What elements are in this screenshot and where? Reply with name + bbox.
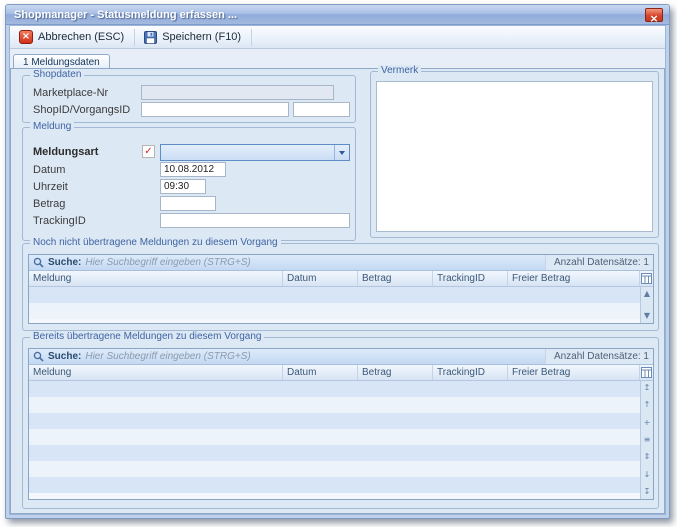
vertical-scrollbar[interactable]: ▲ ▼ — [640, 287, 653, 323]
toolbar-separator — [134, 29, 135, 46]
tab-page: Shopdaten Marketplace-Nr ShopID/Vorgangs… — [10, 68, 665, 514]
column-chooser-icon[interactable] — [639, 271, 653, 286]
column-header-datum[interactable]: Datum — [283, 271, 358, 286]
window-title: Shopmanager - Statusmeldung erfassen ... — [14, 9, 237, 21]
column-header-datum[interactable]: Datum — [283, 365, 358, 380]
marketplace-label: Marketplace-Nr — [33, 87, 108, 99]
scroll-down-icon[interactable]: ▼ — [641, 310, 653, 322]
search-label: Suche: — [48, 351, 81, 362]
table-header-row: Meldung Datum Betrag TrackingID Freier B… — [29, 365, 653, 381]
toolbar-separator — [251, 29, 252, 46]
row-last-icon[interactable]: ↧ — [641, 486, 653, 498]
search-bar: Suche: — [29, 349, 545, 364]
groupbox-vermerk-legend: Vermerk — [378, 65, 421, 76]
close-button[interactable]: × — [645, 8, 663, 22]
uhrzeit-input[interactable] — [160, 179, 206, 194]
groupbox-meldung: Meldung Meldungsart ✓ Datum Uhrzeit Betr… — [22, 127, 356, 241]
required-check-icon: ✓ — [142, 145, 155, 158]
dropdown-arrow-icon[interactable] — [334, 145, 349, 160]
tab-label: 1 Meldungsdaten — [23, 57, 100, 68]
tab-strip: 1 Meldungsdaten — [13, 52, 110, 69]
pending-record-count: Anzahl Datensätze: 1 — [545, 255, 653, 270]
pending-table: Suche: Anzahl Datensätze: 1 Meldung Datu… — [28, 254, 654, 324]
pending-search-input[interactable] — [85, 257, 541, 268]
row-up-icon[interactable]: ↑ — [641, 399, 653, 411]
search-row: Suche: Anzahl Datensätze: 1 — [29, 349, 653, 365]
trackingid-label: TrackingID — [33, 215, 86, 227]
cancel-icon: × — [19, 30, 33, 44]
column-header-trackingid[interactable]: TrackingID — [433, 365, 508, 380]
meldungsart-value — [161, 145, 334, 160]
groupbox-pending-legend: Noch nicht übertragene Meldungen zu dies… — [30, 237, 281, 248]
row-down-icon[interactable]: ↓ — [641, 469, 653, 481]
column-header-meldung[interactable]: Meldung — [29, 271, 283, 286]
betrag-input[interactable] — [160, 196, 216, 211]
table-row[interactable] — [29, 429, 640, 445]
table-row[interactable] — [29, 445, 640, 461]
save-button-label: Speichern (F10) — [162, 31, 241, 43]
groupbox-vermerk: Vermerk — [370, 71, 659, 238]
column-header-betrag[interactable]: Betrag — [358, 271, 433, 286]
client-area: × Abbrechen (ESC) Speichern (F10) — [9, 25, 666, 515]
vorgangsid-input[interactable] — [293, 102, 350, 117]
table-body: ↥ ↑ + ≡ ⇕ ↓ ↧ — [29, 381, 653, 499]
table-row[interactable] — [29, 397, 640, 413]
title-bar[interactable]: Shopmanager - Statusmeldung erfassen ...… — [6, 5, 669, 25]
search-icon — [33, 257, 44, 268]
cancel-button[interactable]: × Abbrechen (ESC) — [14, 28, 131, 47]
vermerk-textarea[interactable] — [376, 81, 653, 232]
datum-label: Datum — [33, 164, 65, 176]
groupbox-shopdaten-legend: Shopdaten — [30, 69, 84, 80]
table-row[interactable] — [29, 381, 640, 397]
uhrzeit-label: Uhrzeit — [33, 181, 68, 193]
cancel-button-label: Abbrechen (ESC) — [38, 31, 124, 43]
datum-input[interactable] — [160, 162, 226, 177]
column-header-betrag[interactable]: Betrag — [358, 365, 433, 380]
groupbox-transferred-legend: Bereits übertragene Meldungen zu diesem … — [30, 331, 264, 342]
groupbox-pending-meldungen: Noch nicht übertragene Meldungen zu dies… — [22, 243, 659, 331]
meldungsart-combobox[interactable] — [160, 144, 350, 161]
row-navigation-toolbar: ↥ ↑ + ≡ ⇕ ↓ ↧ — [640, 381, 653, 499]
trackingid-input[interactable] — [160, 213, 350, 228]
table-row[interactable] — [29, 477, 640, 493]
save-icon — [143, 30, 157, 44]
row-menu-icon[interactable]: ≡ — [641, 434, 653, 446]
column-header-meldung[interactable]: Meldung — [29, 365, 283, 380]
groupbox-shopdaten: Shopdaten Marketplace-Nr ShopID/Vorgangs… — [22, 75, 356, 123]
table-row[interactable] — [29, 461, 640, 477]
close-icon: × — [649, 12, 658, 25]
meldungsart-label: Meldungsart — [33, 146, 98, 158]
row-swap-icon[interactable]: ⇕ — [641, 451, 653, 463]
search-icon — [33, 351, 44, 362]
column-header-freier-betrag[interactable]: Freier Betrag — [508, 365, 639, 380]
search-row: Suche: Anzahl Datensätze: 1 — [29, 255, 653, 271]
scrollbar-track[interactable] — [643, 300, 652, 310]
row-first-icon[interactable]: ↥ — [641, 382, 653, 394]
column-header-freier-betrag[interactable]: Freier Betrag — [508, 271, 639, 286]
column-header-trackingid[interactable]: TrackingID — [433, 271, 508, 286]
table-row[interactable] — [29, 287, 640, 303]
groupbox-meldung-legend: Meldung — [30, 121, 74, 132]
table-body: ▲ ▼ — [29, 287, 653, 323]
groupbox-transferred-meldungen: Bereits übertragene Meldungen zu diesem … — [22, 337, 659, 509]
transferred-search-input[interactable] — [85, 351, 541, 362]
search-label: Suche: — [48, 257, 81, 268]
transferred-table: Suche: Anzahl Datensätze: 1 Meldung Datu… — [28, 348, 654, 500]
betrag-label: Betrag — [33, 198, 65, 210]
scroll-up-icon[interactable]: ▲ — [641, 288, 653, 300]
search-bar: Suche: — [29, 255, 545, 270]
table-row[interactable] — [29, 413, 640, 429]
transferred-record-count: Anzahl Datensätze: 1 — [545, 349, 653, 364]
toolbar: × Abbrechen (ESC) Speichern (F10) — [10, 26, 665, 49]
shopid-label: ShopID/VorgangsID — [33, 104, 130, 116]
table-header-row: Meldung Datum Betrag TrackingID Freier B… — [29, 271, 653, 287]
save-button[interactable]: Speichern (F10) — [138, 28, 248, 47]
table-row[interactable] — [29, 303, 640, 319]
row-insert-icon[interactable]: + — [641, 417, 653, 429]
marketplace-input — [141, 85, 334, 100]
column-chooser-icon[interactable] — [639, 365, 653, 380]
dialog-window: Shopmanager - Statusmeldung erfassen ...… — [5, 4, 670, 519]
shopid-input[interactable] — [141, 102, 289, 117]
